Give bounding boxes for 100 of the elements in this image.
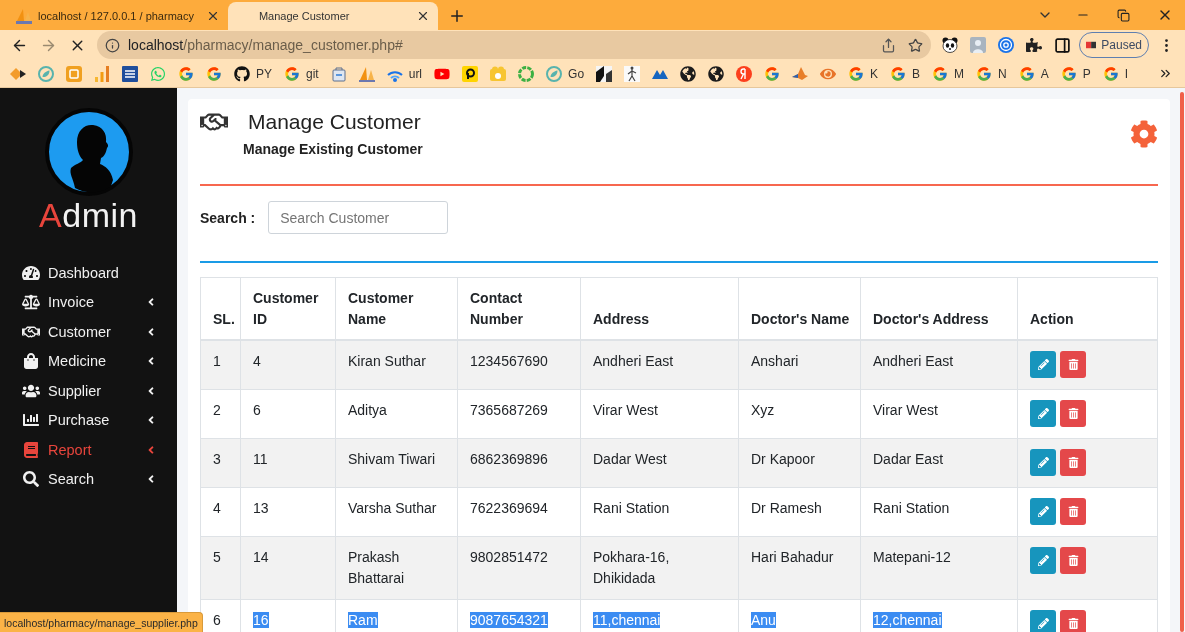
globe-icon[interactable] bbox=[708, 65, 725, 82]
table-cell: 7622369694 bbox=[457, 487, 581, 537]
sidebar-menu-item[interactable]: Report bbox=[0, 435, 177, 465]
globe-icon[interactable] bbox=[680, 65, 697, 82]
tile-icon[interactable] bbox=[122, 65, 138, 82]
edit-button[interactable] bbox=[1030, 400, 1056, 427]
table-cell: 1234567690 bbox=[457, 340, 581, 390]
sail-icon[interactable] bbox=[16, 8, 32, 24]
ring-icon[interactable] bbox=[518, 65, 535, 82]
sidebar-menu-item[interactable]: Dashboard bbox=[0, 258, 177, 288]
bookmark-link[interactable]: B bbox=[890, 65, 921, 82]
g-logo-icon[interactable] bbox=[284, 65, 300, 82]
table-cell: Virar West bbox=[860, 389, 1018, 439]
info-icon[interactable] bbox=[105, 37, 120, 53]
sidebar-menu-item[interactable]: Medicine bbox=[0, 346, 177, 376]
g-logo-icon[interactable] bbox=[890, 65, 907, 82]
image-icon[interactable] bbox=[596, 65, 613, 82]
profile-button[interactable]: Paused bbox=[1079, 32, 1149, 58]
sail-icon[interactable] bbox=[358, 65, 375, 82]
table-cell: 4 bbox=[240, 340, 336, 390]
stick-figure-icon[interactable] bbox=[624, 65, 641, 82]
bookmark-link[interactable]: K bbox=[848, 65, 879, 82]
trash-icon bbox=[1067, 618, 1079, 629]
restore-icon[interactable] bbox=[1117, 8, 1130, 22]
delete-button[interactable] bbox=[1060, 498, 1086, 525]
edit-button[interactable] bbox=[1030, 351, 1056, 378]
trash-icon bbox=[1067, 555, 1079, 566]
delete-button[interactable] bbox=[1060, 547, 1086, 574]
g-logo-icon[interactable] bbox=[178, 65, 194, 82]
search-icon bbox=[22, 471, 40, 488]
tile-icon[interactable] bbox=[66, 65, 82, 82]
g-logo-icon[interactable] bbox=[932, 65, 949, 82]
scrollbar-thumb[interactable] bbox=[1179, 92, 1184, 632]
browser-tab[interactable]: localhost / 127.0.0.1 / pharmacy bbox=[8, 2, 228, 30]
table-cell: Aditya bbox=[335, 389, 458, 439]
trash-icon bbox=[1067, 359, 1079, 370]
delete-button[interactable] bbox=[1060, 400, 1086, 427]
bookmark-link[interactable]: git bbox=[284, 65, 319, 82]
bookmark-link[interactable]: I bbox=[1102, 65, 1129, 82]
g-logo-icon[interactable] bbox=[206, 65, 222, 82]
diamond-icon[interactable] bbox=[10, 65, 26, 82]
delete-button[interactable] bbox=[1060, 351, 1086, 378]
edit-button[interactable] bbox=[1030, 449, 1056, 476]
clipboard-icon[interactable] bbox=[330, 65, 347, 82]
trash-icon bbox=[1067, 408, 1079, 419]
edit-button[interactable] bbox=[1030, 498, 1056, 525]
bookmark-link[interactable]: Go bbox=[546, 65, 585, 82]
g-logo-icon[interactable] bbox=[1102, 65, 1119, 82]
bookmark-link[interactable]: PY bbox=[234, 65, 272, 82]
settings-icon[interactable] bbox=[1130, 120, 1158, 148]
g-logo-icon[interactable] bbox=[976, 65, 993, 82]
g-logo-icon[interactable] bbox=[764, 65, 781, 82]
sidebar-menu-item[interactable]: Customer bbox=[0, 317, 177, 347]
avatar-icon bbox=[44, 108, 133, 196]
table-cell: 5 bbox=[200, 536, 241, 600]
g-logo-icon[interactable] bbox=[848, 65, 865, 82]
side-panel-icon[interactable] bbox=[1054, 36, 1071, 54]
g-logo-icon[interactable] bbox=[1018, 65, 1035, 82]
bar-chart-icon[interactable] bbox=[94, 65, 110, 82]
table-cell: 3 bbox=[200, 438, 241, 488]
peak-icon[interactable] bbox=[792, 65, 809, 82]
bookmark-link[interactable]: N bbox=[976, 65, 1007, 82]
table-cell: Kiran Suthar bbox=[335, 340, 458, 390]
bookmark-link[interactable]: url bbox=[386, 65, 423, 82]
table-cell: Dadar West bbox=[580, 438, 739, 488]
star-icon[interactable] bbox=[908, 37, 923, 53]
tile-icon[interactable] bbox=[462, 65, 479, 82]
table-cell: 7365687269 bbox=[457, 389, 581, 439]
bookmark-link[interactable]: A bbox=[1018, 65, 1049, 82]
cat-logo-icon[interactable] bbox=[234, 65, 250, 82]
table-cell: 2 bbox=[200, 389, 241, 439]
sidebar-menu-item[interactable]: Invoice bbox=[0, 287, 177, 317]
bookmark-link[interactable]: M bbox=[932, 65, 965, 82]
table-cell: 1 bbox=[200, 340, 241, 390]
edit-button[interactable] bbox=[1030, 610, 1056, 632]
edit-button[interactable] bbox=[1030, 547, 1056, 574]
table-cell: Anshari bbox=[738, 340, 861, 390]
delete-button[interactable] bbox=[1060, 610, 1086, 632]
person-tile-icon[interactable] bbox=[970, 37, 986, 53]
table-cell: Andheri East bbox=[580, 340, 739, 390]
browser-tab[interactable]: Manage Customer bbox=[227, 2, 438, 30]
address-field[interactable]: localhost/pharmacy/manage_customer.php# bbox=[97, 31, 931, 59]
panda-icon[interactable] bbox=[942, 37, 958, 53]
table-cell: Varsha Suthar bbox=[335, 487, 458, 537]
puzzle-icon[interactable] bbox=[1026, 37, 1042, 53]
table-cell: Rani Station bbox=[580, 487, 739, 537]
table-cell: Hari Bahadur bbox=[738, 536, 861, 600]
table-cell: Pokhara-16, Dhikidada bbox=[580, 536, 739, 600]
sidebar-menu-item[interactable]: Supplier bbox=[0, 376, 177, 406]
disc-icon[interactable] bbox=[736, 65, 753, 82]
bag-icon bbox=[22, 353, 40, 370]
bookmark-link[interactable]: P bbox=[1060, 65, 1091, 82]
sidebar-menu-item[interactable]: Search bbox=[0, 464, 177, 494]
search-field[interactable]: Search Customer bbox=[268, 201, 449, 234]
target-icon[interactable] bbox=[998, 37, 1014, 53]
g-logo-icon[interactable] bbox=[1060, 65, 1077, 82]
share-icon[interactable] bbox=[881, 37, 896, 53]
sidebar-menu-item[interactable]: Purchase bbox=[0, 405, 177, 435]
delete-button[interactable] bbox=[1060, 449, 1086, 476]
users-icon bbox=[22, 382, 40, 399]
